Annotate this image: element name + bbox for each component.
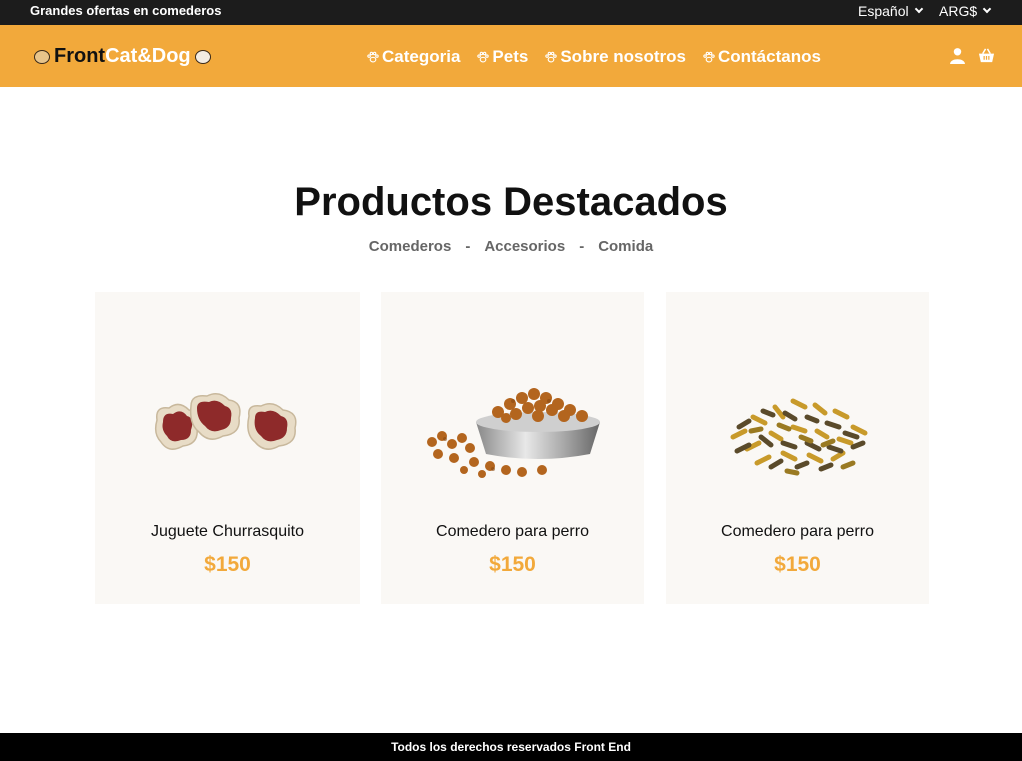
product-card[interactable]: Juguete Churrasquito $150: [95, 292, 360, 604]
churrasquito-image: [154, 393, 296, 450]
footer-text: Todos los derechos reservados Front End: [391, 740, 631, 754]
brand-part-2: Cat&Dog: [105, 45, 191, 67]
nav-label: Pets: [492, 47, 529, 66]
header-actions: [949, 47, 995, 64]
dog-treats-image: [730, 398, 867, 476]
cat-icon: [34, 49, 50, 64]
product-filters: Comederos - Accesorios - Comida: [0, 238, 1022, 255]
product-price: $150: [489, 553, 536, 576]
nav-label: Categoria: [382, 47, 461, 66]
filter-comederos[interactable]: Comederos: [369, 238, 452, 255]
product-image[interactable]: [666, 362, 929, 502]
filter-separator: -: [465, 238, 471, 255]
footer: Todos los derechos reservados Front End: [0, 733, 1022, 761]
user-icon[interactable]: [949, 47, 966, 64]
product-name: Comedero para perro: [436, 523, 589, 540]
paw-icon: [703, 51, 715, 63]
nav-item-categoria[interactable]: Categoria: [366, 47, 460, 67]
product-image[interactable]: [381, 362, 644, 502]
basket-icon[interactable]: [978, 47, 995, 64]
product-name: Comedero para perro: [721, 523, 874, 540]
currency-label: ARG$: [939, 3, 978, 19]
product-name: Juguete Churrasquito: [151, 523, 304, 540]
paw-icon: [545, 51, 558, 63]
nav-menu: Categoria Pets Sobre nosotros Contáctano…: [366, 47, 821, 67]
brand-logo[interactable]: Front Cat&Dog: [30, 45, 215, 68]
product-card[interactable]: Comedero para perro $150: [381, 292, 644, 604]
product-price: $150: [774, 553, 821, 576]
promo-text: Grandes ofertas en comederos: [30, 3, 222, 18]
dog-icon: [194, 49, 211, 64]
paw-icon: [367, 51, 379, 63]
language-label: Español: [858, 3, 909, 19]
filter-accesorios[interactable]: Accesorios: [484, 238, 565, 255]
nav-item-pets[interactable]: Pets: [476, 47, 528, 67]
currency-select[interactable]: ARG$: [939, 3, 992, 19]
paw-icon: [477, 51, 490, 63]
chevron-down-icon: [914, 4, 923, 14]
chevron-down-icon: [982, 4, 992, 14]
dog-food-bowl-image: [426, 388, 600, 478]
nav-item-contactanos[interactable]: Contáctanos: [702, 47, 821, 67]
product-card[interactable]: Comedero para perro $150: [666, 292, 929, 604]
language-select[interactable]: Español: [858, 3, 923, 19]
nav-label: Sobre nosotros: [560, 47, 686, 66]
top-bar: Grandes ofertas en comederos Español ARG…: [0, 0, 1022, 25]
section-title: Productos Destacados: [294, 180, 728, 224]
brand-part-1: Front: [54, 45, 106, 67]
main-navbar: Front Cat&Dog Categoria Pets Sobre nosot…: [0, 25, 1022, 87]
product-price: $150: [204, 553, 251, 576]
product-image[interactable]: [95, 362, 360, 502]
nav-item-sobre-nosotros[interactable]: Sobre nosotros: [544, 47, 686, 67]
filter-comida[interactable]: Comida: [598, 238, 653, 255]
filter-separator: -: [579, 238, 585, 255]
nav-label: Contáctanos: [717, 47, 821, 66]
